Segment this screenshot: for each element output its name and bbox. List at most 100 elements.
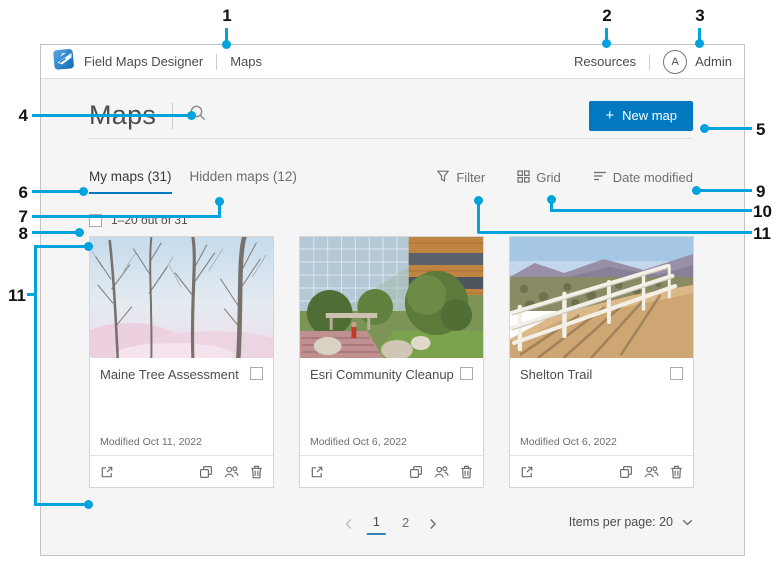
card-title: Shelton Trail [520, 367, 593, 382]
thumbnail-campus-building-garden[interactable] [300, 237, 483, 358]
callout-dot-1 [222, 40, 231, 49]
callout-dot-6 [79, 187, 88, 196]
thumbnail-white-fence-dirt-trail[interactable] [510, 237, 693, 358]
map-card-maine-tree[interactable]: Maine Tree Assessment Modified Oct 11, 2… [89, 236, 274, 488]
duplicate-icon[interactable] [619, 465, 633, 479]
callout-dot-3 [695, 39, 704, 48]
card-footer [300, 455, 483, 487]
delete-icon[interactable] [460, 465, 473, 479]
callout-line-7 [32, 215, 221, 218]
callout-number-5: 5 [756, 120, 766, 139]
app-title: Field Maps Designer [84, 54, 204, 69]
card-checkbox[interactable] [670, 367, 683, 380]
share-group-icon[interactable] [224, 465, 239, 479]
chevron-down-icon [682, 515, 693, 529]
sort-button[interactable]: Date modified [593, 169, 693, 186]
new-map-button[interactable]: + New map [589, 100, 693, 131]
callout-dot-9 [692, 186, 701, 195]
open-map-icon[interactable] [310, 465, 324, 479]
filter-label: Filter [456, 170, 486, 185]
callout-line-11r [478, 231, 752, 234]
grid-label: Grid [536, 170, 561, 185]
share-group-icon[interactable] [434, 465, 449, 479]
prev-page-icon[interactable] [341, 516, 357, 532]
tabs-row: My maps (31) Hidden maps (12) Filter Gri… [89, 169, 693, 194]
callout-number-6: 6 [18, 183, 28, 202]
callout-line-4 [32, 114, 190, 117]
tab-my-maps[interactable]: My maps (31) [89, 169, 172, 194]
callout-dot-11l-top [84, 242, 93, 251]
duplicate-icon[interactable] [409, 465, 423, 479]
card-modified-date: Modified Oct 6, 2022 [310, 436, 407, 448]
plus-icon: + [605, 107, 615, 124]
filter-button[interactable]: Filter [436, 169, 485, 186]
navbar-divider [216, 53, 218, 70]
callout-line-11l-top [34, 245, 86, 248]
items-per-page-dropdown[interactable]: Items per page: 20 [569, 515, 693, 529]
callout-line-11l-vertical [34, 245, 37, 506]
filter-funnel-icon [436, 169, 450, 186]
navbar-divider-2 [649, 53, 651, 70]
delete-icon[interactable] [670, 465, 683, 479]
screenshot-canvas: Field Maps Designer Maps Resources A Adm… [0, 0, 781, 562]
pagination-bar: 1 2 Items per page: 20 [89, 512, 693, 538]
card-footer [510, 455, 693, 487]
user-name[interactable]: Admin [695, 54, 732, 69]
page-1-button[interactable]: 1 [366, 512, 386, 535]
grid-view-button[interactable]: Grid [517, 169, 561, 186]
callout-number-9: 9 [756, 182, 766, 201]
callout-line-11rb [477, 203, 480, 233]
content-area: Maps + New map My maps (31) Hidden maps … [41, 79, 744, 555]
share-group-icon[interactable] [644, 465, 659, 479]
esri-logo-icon [53, 48, 75, 75]
callout-line-6 [32, 190, 82, 193]
callout-dot-11l-bottom [84, 500, 93, 509]
card-body: Shelton Trail Modified Oct 6, 2022 [510, 358, 693, 455]
new-map-label: New map [622, 108, 677, 123]
callout-dot-8 [75, 228, 84, 237]
delete-icon[interactable] [250, 465, 263, 479]
brand: Field Maps Designer [53, 48, 203, 75]
navbar-right: Resources A Admin [574, 49, 732, 74]
card-title: Maine Tree Assessment [100, 367, 239, 382]
map-card-shelton-trail[interactable]: Shelton Trail Modified Oct 6, 2022 [509, 236, 694, 488]
card-modified-date: Modified Oct 6, 2022 [520, 436, 617, 448]
card-modified-date: Modified Oct 11, 2022 [100, 436, 202, 448]
callout-dot-2 [602, 39, 611, 48]
page-header: Maps + New map [89, 100, 693, 139]
card-grid: Maine Tree Assessment Modified Oct 11, 2… [89, 236, 694, 488]
card-checkbox[interactable] [250, 367, 263, 380]
callout-line-9 [699, 189, 752, 192]
map-card-esri-cleanup[interactable]: Esri Community Cleanup Modified Oct 6, 2… [299, 236, 484, 488]
card-checkbox[interactable] [460, 367, 473, 380]
duplicate-icon[interactable] [199, 465, 213, 479]
callout-dot-11r [474, 196, 483, 205]
card-body: Esri Community Cleanup Modified Oct 6, 2… [300, 358, 483, 455]
user-avatar[interactable]: A [663, 49, 688, 74]
nav-item-maps[interactable]: Maps [230, 54, 262, 69]
open-map-icon[interactable] [520, 465, 534, 479]
thumbnail-bare-winter-trees[interactable] [90, 237, 273, 358]
pager: 1 2 [341, 512, 441, 535]
callout-dot-5 [700, 124, 709, 133]
callout-number-3: 3 [695, 6, 705, 25]
next-page-icon[interactable] [425, 516, 441, 532]
sort-lines-icon [593, 170, 607, 185]
callout-number-1: 1 [222, 6, 232, 25]
callout-dot-7 [215, 197, 224, 206]
card-footer [90, 455, 273, 487]
callout-line-10 [551, 209, 752, 212]
page-2-button[interactable]: 2 [396, 513, 415, 534]
tab-hidden-maps[interactable]: Hidden maps (12) [190, 169, 297, 192]
callout-number-4: 4 [18, 106, 28, 125]
top-navbar: Field Maps Designer Maps Resources A Adm… [41, 45, 744, 79]
card-title: Esri Community Cleanup [310, 367, 454, 382]
card-body: Maine Tree Assessment Modified Oct 11, 2… [90, 358, 273, 455]
resources-link[interactable]: Resources [574, 54, 636, 69]
grid-icon [517, 169, 530, 186]
callout-line-11l-bottom [34, 503, 86, 506]
sort-label: Date modified [612, 170, 693, 185]
callout-number-11-left: 11 [8, 286, 26, 305]
open-map-icon[interactable] [100, 465, 114, 479]
callout-dot-4 [187, 111, 196, 120]
